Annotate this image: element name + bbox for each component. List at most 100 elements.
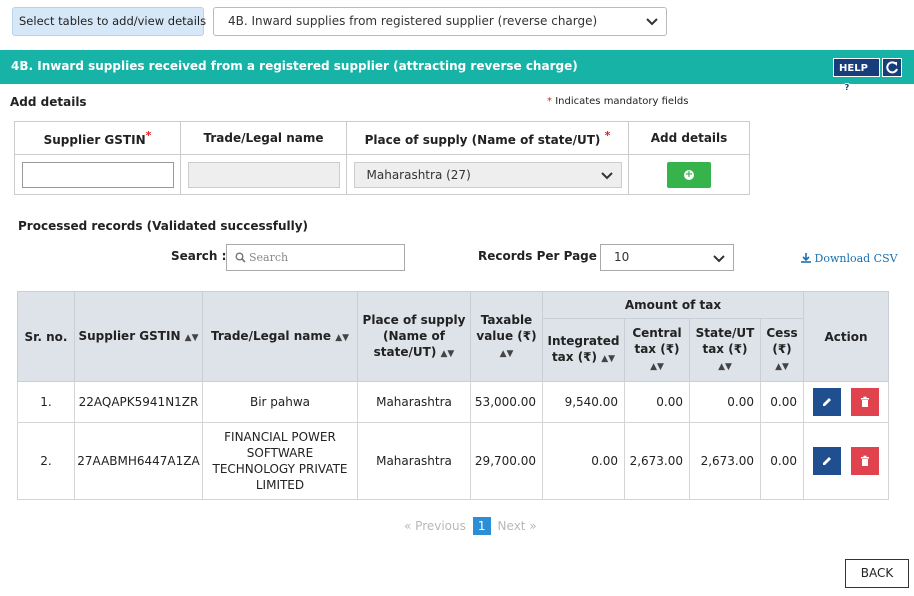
- col-trade-name[interactable]: Trade/Legal name ▲▼: [202, 291, 358, 382]
- col-supplier-gstin-label: Supplier GSTIN: [78, 328, 181, 343]
- header-place-of-supply-label: Place of supply (Name of state/UT): [364, 133, 601, 147]
- table-row: 2. 27AABMH6447A1ZA FINANCIAL POWER SOFTW…: [17, 422, 889, 500]
- edit-button[interactable]: [813, 447, 841, 475]
- add-button[interactable]: +: [667, 161, 711, 188]
- download-icon: [801, 253, 811, 263]
- col-state-tax[interactable]: State/UT tax (₹) ▲▼: [689, 318, 761, 382]
- pagination-previous[interactable]: Previous: [415, 519, 466, 533]
- trade-name-cell: [180, 154, 347, 195]
- table-select-dropdown[interactable]: 4B. Inward supplies from registered supp…: [213, 7, 667, 36]
- processed-records-table: Sr. no. Supplier GSTIN ▲▼ Trade/Legal na…: [17, 291, 889, 500]
- trash-icon: [861, 455, 869, 466]
- question-icon: ?: [842, 83, 852, 93]
- cell-integrated-tax: 9,540.00: [542, 381, 625, 423]
- cell-sr-no: 1.: [17, 381, 75, 423]
- trash-icon: [861, 396, 869, 407]
- chevron-down-icon: [713, 255, 725, 263]
- cell-integrated-tax: 0.00: [542, 422, 625, 500]
- pencil-icon: [823, 398, 831, 406]
- place-cell: Maharashtra (27): [346, 154, 629, 195]
- col-central-tax-label: Central tax (₹): [632, 326, 682, 356]
- add-details-table: Supplier GSTIN* Trade/Legal name Place o…: [14, 121, 750, 195]
- cell-action: [803, 422, 889, 500]
- col-place-of-supply[interactable]: Place of supply (Name of state/UT) ▲▼: [357, 291, 471, 382]
- refresh-icon: [886, 61, 898, 74]
- col-taxable-value-label: Taxable value (₹): [476, 312, 537, 343]
- pagination-last[interactable]: »: [529, 519, 536, 533]
- select-tables-label: Select tables to add/view details: [12, 7, 206, 36]
- supplier-gstin-input[interactable]: [21, 161, 174, 188]
- col-supplier-gstin[interactable]: Supplier GSTIN ▲▼: [74, 291, 203, 382]
- cell-gstin: 22AQAPK5941N1ZR: [74, 381, 203, 423]
- add-cell: +: [628, 154, 750, 195]
- place-of-supply-select[interactable]: Maharashtra (27): [353, 161, 622, 188]
- sort-icon: ▲▼: [184, 332, 199, 343]
- required-mark: *: [604, 129, 611, 142]
- download-csv-label: Download CSV: [814, 252, 898, 265]
- mandatory-note: * Indicates mandatory fields: [547, 96, 688, 107]
- col-trade-name-label: Trade/Legal name: [210, 328, 331, 343]
- processed-records-heading: Processed records (Validated successfull…: [18, 219, 309, 233]
- cell-state-tax: 0.00: [689, 381, 761, 423]
- cell-taxable: 29,700.00: [470, 422, 543, 500]
- section-title: 4B. Inward supplies received from a regi…: [11, 59, 578, 73]
- refresh-button[interactable]: [882, 58, 902, 77]
- help-button[interactable]: HELP?: [833, 58, 880, 93]
- col-action: Action: [803, 291, 889, 382]
- sort-icon: ▲▼: [499, 348, 514, 359]
- pagination-current-page[interactable]: 1: [472, 517, 491, 535]
- chevron-down-icon: [600, 171, 613, 179]
- header-place-of-supply: Place of supply (Name of state/UT) *: [346, 121, 629, 155]
- plus-circle-icon: +: [684, 168, 694, 180]
- edit-button[interactable]: [813, 388, 841, 416]
- header-add-details: Add details: [628, 121, 750, 155]
- sort-icon: ▲▼: [775, 362, 789, 372]
- sort-icon: ▲▼: [718, 362, 732, 372]
- delete-button[interactable]: [851, 388, 879, 416]
- col-taxable-value[interactable]: Taxable value (₹) ▲▼: [470, 291, 543, 382]
- col-amount-of-tax: Amount of tax: [542, 291, 804, 319]
- chevron-down-icon: [646, 18, 658, 26]
- place-of-supply-value: Maharashtra (27): [366, 167, 471, 182]
- col-central-tax[interactable]: Central tax (₹) ▲▼: [624, 318, 690, 382]
- pagination-first[interactable]: «: [404, 519, 411, 533]
- search-placeholder: Search: [249, 251, 289, 264]
- search-icon: [235, 252, 246, 263]
- cell-sr-no: 2.: [17, 422, 75, 500]
- download-csv-link[interactable]: Download CSV: [801, 252, 898, 265]
- header-supplier-gstin: Supplier GSTIN*: [14, 121, 181, 155]
- col-integrated-tax[interactable]: Integrated tax (₹) ▲▼: [542, 318, 625, 382]
- sort-icon: ▲▼: [650, 362, 664, 372]
- cell-cess: 0.00: [760, 381, 804, 423]
- delete-button[interactable]: [851, 447, 879, 475]
- cell-taxable: 53,000.00: [470, 381, 543, 423]
- pagination-next[interactable]: Next: [498, 519, 526, 533]
- pencil-icon: [823, 457, 831, 465]
- records-per-page-select[interactable]: 10: [600, 244, 734, 271]
- cell-central-tax: 2,673.00: [624, 422, 690, 500]
- mandatory-star: *: [547, 96, 552, 107]
- search-label: Search :: [171, 249, 227, 263]
- table-select-value: 4B. Inward supplies from registered supp…: [228, 14, 598, 28]
- required-mark: *: [145, 129, 152, 142]
- header-supplier-gstin-label: Supplier GSTIN: [43, 133, 146, 147]
- search-input[interactable]: Search: [226, 244, 405, 271]
- col-sr-no: Sr. no.: [17, 291, 75, 382]
- sort-icon: ▲▼: [440, 348, 455, 359]
- cell-place: Maharashtra: [357, 381, 471, 423]
- cell-trade-name: FINANCIAL POWER SOFTWARE TECHNOLOGY PRIV…: [202, 422, 358, 500]
- cell-place: Maharashtra: [357, 422, 471, 500]
- col-cess[interactable]: Cess (₹) ▲▼: [760, 318, 804, 382]
- col-cess-label: Cess (₹): [766, 326, 798, 356]
- back-button[interactable]: BACK: [845, 559, 909, 588]
- cell-cess: 0.00: [760, 422, 804, 500]
- trade-name-input: [187, 161, 340, 188]
- cell-trade-name: Bir pahwa: [202, 381, 358, 423]
- help-label: HELP: [839, 63, 868, 74]
- records-per-page-label: Records Per Page :: [478, 249, 606, 263]
- gstin-cell: [14, 154, 181, 195]
- mandatory-note-text: Indicates mandatory fields: [555, 96, 689, 107]
- sort-icon: ▲▼: [335, 332, 350, 343]
- pagination: « Previous 1 Next »: [404, 517, 537, 535]
- sort-icon: ▲▼: [601, 354, 616, 364]
